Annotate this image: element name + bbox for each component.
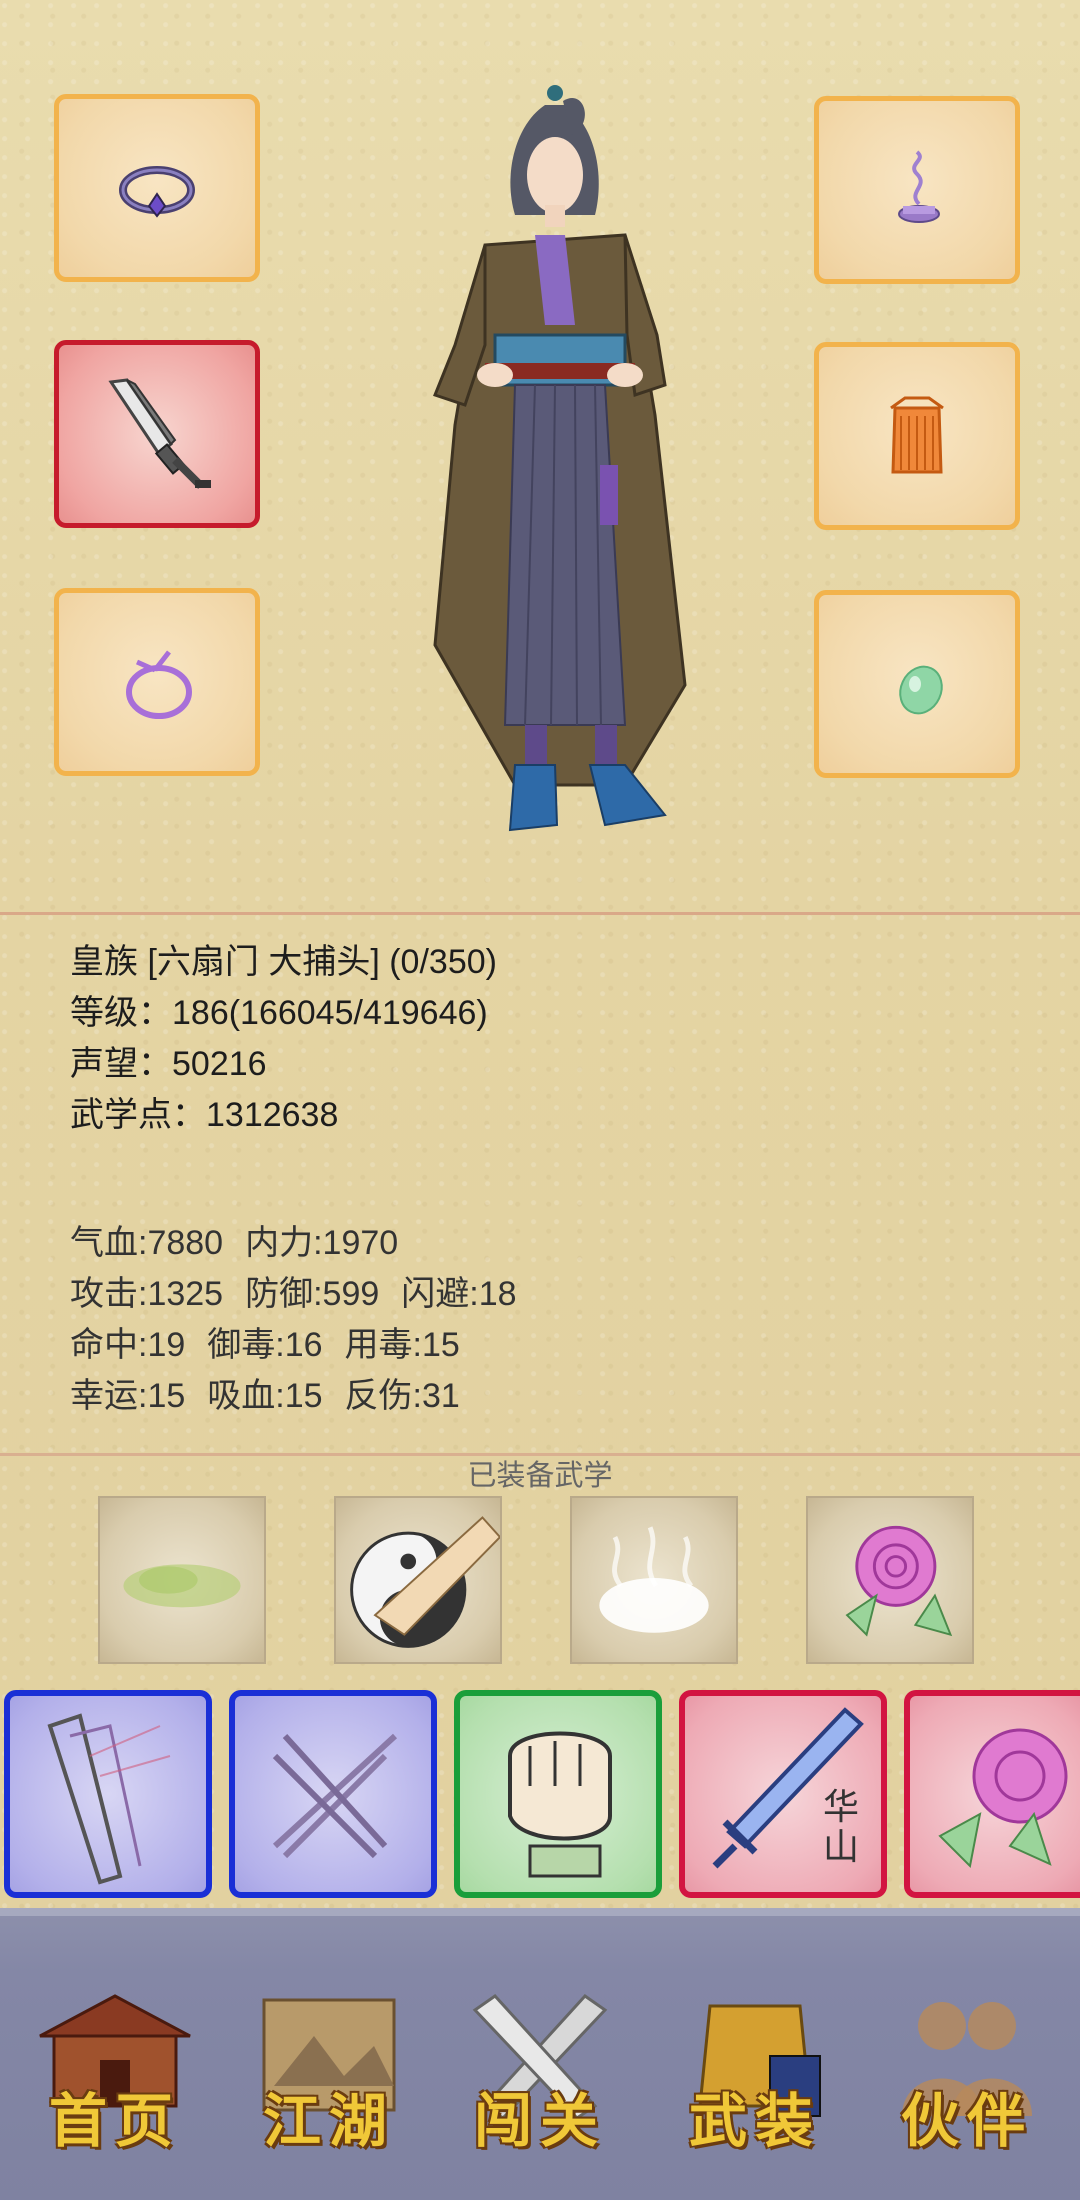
green-mist-icon — [123, 1564, 241, 1608]
divider-top — [0, 912, 1080, 915]
attr-hp: 气血:7880 — [70, 1224, 224, 1262]
ring-icon — [119, 166, 195, 218]
character-figure — [433, 85, 687, 832]
jade-icon — [899, 665, 943, 715]
attribute-row: 气血:7880 内力:1970 — [70, 1218, 539, 1269]
incense-icon — [898, 150, 940, 223]
equipped-skill-2[interactable] — [334, 1496, 502, 1664]
nav-challenge-label: 闯关 — [473, 2087, 606, 2155]
attribute-row: 幸运:15 吸血:15 反伤:31 — [70, 1371, 539, 1422]
crossed-sticks-icon — [272, 1733, 398, 1859]
nav-challenge[interactable]: 闯关 — [445, 1986, 635, 2166]
twin-blades-icon — [47, 1713, 171, 1885]
attr-hit: 命中:19 — [70, 1326, 186, 1364]
equipped-skill-1[interactable] — [98, 1496, 266, 1664]
broadsword-icon — [108, 378, 211, 489]
equipped-skill-3[interactable] — [570, 1496, 738, 1664]
equipped-skill-4[interactable] — [806, 1496, 974, 1664]
attr-poison-use: 用毒:15 — [344, 1326, 460, 1364]
skill-card-fist[interactable] — [454, 1690, 662, 1898]
nav-jianghu[interactable]: 江湖 — [234, 1986, 424, 2166]
nav-jianghu-label: 江湖 — [262, 2087, 395, 2155]
nav-equipment[interactable]: 武装 — [660, 1986, 850, 2166]
nav-companions[interactable]: 伙伴 — [872, 1986, 1062, 2166]
reputation-line: 声望：50216 — [70, 1045, 267, 1083]
equip-slot-armor[interactable] — [814, 342, 1020, 530]
equip-slot-jade[interactable] — [814, 590, 1020, 778]
attr-dodge: 闪避:18 — [401, 1275, 517, 1313]
rose-icon — [845, 1525, 953, 1637]
attr-defense: 防御:599 — [245, 1275, 380, 1313]
attr-mp: 内力:1970 — [245, 1224, 399, 1262]
attr-luck: 幸运:15 — [70, 1377, 186, 1415]
huashan-label: 华山 — [823, 1787, 860, 1868]
equipped-skills-title: 已装备武学 — [467, 1460, 613, 1492]
attribute-list: 气血:7880 内力:1970 攻击:1325 防御:599 闪避:18 命中:19 御… — [70, 1218, 539, 1422]
nav-companions-label: 伙伴 — [900, 2087, 1033, 2155]
attribute-row: 命中:19 御毒:16 用毒:15 — [70, 1320, 539, 1371]
attr-poison-resist: 御毒:16 — [207, 1326, 323, 1364]
equip-slot-accessory[interactable] — [54, 588, 260, 776]
bottom-navigation: 首页 江湖 闯关 武装 伙伴 — [0, 1908, 1080, 2200]
yin-yang-palm-icon — [350, 1516, 502, 1648]
white-cloud-icon — [599, 1526, 709, 1633]
bracelet-icon — [126, 650, 192, 719]
skill-card-blade[interactable] — [4, 1690, 212, 1898]
equip-slot-weapon[interactable] — [54, 340, 260, 528]
equip-slot-ring[interactable] — [54, 94, 260, 282]
attr-lifesteal: 吸血:15 — [207, 1377, 323, 1415]
equip-slot-incense[interactable] — [814, 96, 1020, 284]
identity-line: 皇族 [六扇门 大捕头] (0/350) — [70, 943, 497, 981]
robe-icon — [890, 396, 944, 474]
attr-reflect: 反伤:31 — [344, 1377, 460, 1415]
martial-points-line: 武学点：1312638 — [70, 1096, 339, 1134]
attribute-row: 攻击:1325 防御:599 闪避:18 — [70, 1269, 539, 1320]
skill-card-chopsticks[interactable] — [229, 1690, 437, 1898]
nav-home[interactable]: 首页 — [20, 1986, 210, 2166]
nav-home-label: 首页 — [48, 2087, 181, 2155]
rose-card-icon — [938, 1728, 1068, 1869]
character-info: 皇族 [六扇门 大捕头] (0/350) 等级：186(166045/41964… — [70, 937, 497, 1141]
skill-card-rose[interactable] — [904, 1690, 1080, 1898]
skill-card-huashan-sword[interactable]: 华山 — [679, 1690, 887, 1898]
level-line: 等级：186(166045/419646) — [70, 994, 488, 1032]
fist-icon — [508, 1731, 612, 1878]
nav-equipment-label: 武装 — [688, 2087, 821, 2155]
attr-attack: 攻击:1325 — [70, 1275, 224, 1313]
